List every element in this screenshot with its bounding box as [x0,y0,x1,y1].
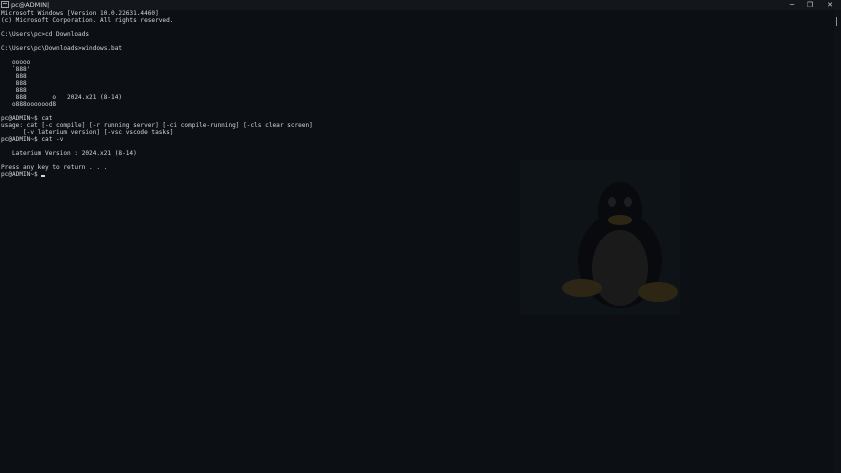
close-button[interactable]: ✕ [820,0,840,10]
console-line: C:\Users\pc\Downloads>windows.bat [1,45,123,52]
text-cursor [41,175,46,177]
console-line: Microsoft Windows [Version 10.0.22631.44… [1,10,159,17]
console-line: ooooo [1,59,31,66]
console-line: Press any key to return . . . [1,164,108,171]
prompt-line[interactable]: pc@ADMIN~$ [1,171,831,178]
console-line: 888 [1,80,27,87]
title-bar[interactable]: pc@ADMIN| ─ ❐ ✕ [0,0,841,10]
console-line: 888 [1,87,27,94]
console-line: pc@ADMIN~$ cat -v [1,136,64,143]
console-line: [-v laterium version] [-vsc vscode tasks… [1,129,174,136]
console-line: C:\Users\pc>cd Downloads [1,31,90,38]
console-output[interactable]: Microsoft Windows [Version 10.0.22631.44… [1,10,831,473]
console-line: o888ooooood8 [1,101,57,108]
vertical-scrollbar[interactable] [834,10,841,473]
restore-button[interactable]: ❐ [800,0,820,10]
console-line: pc@ADMIN~$ cat [1,115,53,122]
scrollbar-thumb[interactable] [836,17,837,26]
window-title: pc@ADMIN| [11,1,50,9]
minimize-button[interactable]: ─ [782,0,802,10]
console-line: (c) Microsoft Corporation. All rights re… [1,17,174,24]
console-line: usage: cat [-c compile] [-r running serv… [1,122,313,129]
console-line: Laterium Version : 2024.x21 (8-14) [1,150,137,157]
console-line: `888' [1,66,31,73]
console-line: 888 [1,73,27,80]
terminal-icon [1,1,9,8]
prompt-text: pc@ADMIN~$ [1,171,42,178]
console-line: 888 o 2024.x21 (8-14) [1,94,123,101]
